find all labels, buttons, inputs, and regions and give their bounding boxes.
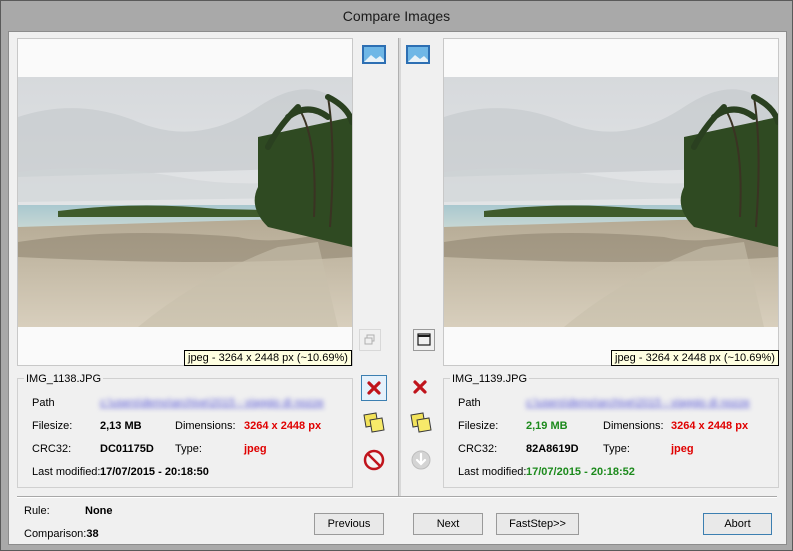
left-filesize-label: Filesize:	[32, 420, 73, 432]
comparison-label: Comparison:38	[24, 528, 99, 540]
left-path-link[interactable]: c:\users\demo\archive\2015 - viaggio di …	[100, 397, 324, 409]
center-divider	[398, 38, 401, 498]
left-crc-value: DC01175D	[100, 443, 154, 455]
left-open-image-button[interactable]	[361, 42, 387, 68]
down-arrow-icon	[411, 450, 431, 470]
left-exclude-button[interactable]	[361, 447, 387, 473]
footer-separator	[17, 496, 777, 498]
maximize-window-icon	[417, 333, 431, 346]
left-beach-photo	[18, 77, 352, 327]
right-beach-photo	[444, 77, 778, 327]
left-restore-view-button[interactable]	[359, 329, 381, 351]
right-type-label: Type:	[603, 443, 630, 455]
right-filesize-label: Filesize:	[458, 420, 499, 432]
right-modified-label: Last modified:	[458, 466, 527, 478]
right-modified-value: 17/07/2015 - 20:18:52	[526, 466, 635, 478]
right-dimensions-value: 3264 x 2448 px	[671, 420, 749, 432]
right-open-image-button[interactable]	[405, 42, 431, 68]
rule-label: Rule:	[24, 505, 50, 517]
right-crc-label: CRC32:	[458, 443, 498, 455]
right-file-info-group: IMG_1139.JPG Path c:\users\demo\archive\…	[443, 373, 779, 488]
compare-images-window: Compare Images jpeg - 3264 x 2448 px (~1…	[0, 0, 793, 551]
left-delete-button[interactable]	[361, 375, 387, 401]
left-type-value: jpeg	[244, 443, 267, 455]
left-crc-label: CRC32:	[32, 443, 72, 455]
window-client-area: jpeg - 3264 x 2448 px (~10.69%) jpeg - 3…	[8, 31, 787, 545]
right-type-value: jpeg	[671, 443, 694, 455]
right-image-info-tooltip: jpeg - 3264 x 2448 px (~10.69%)	[611, 350, 779, 366]
right-move-down-button[interactable]	[408, 447, 434, 473]
previous-button[interactable]: Previous	[314, 513, 384, 535]
left-dimensions-label: Dimensions:	[175, 420, 236, 432]
comparison-value: 38	[86, 528, 99, 540]
left-filename: IMG_1138.JPG	[24, 373, 103, 385]
left-file-info-group: IMG_1138.JPG Path c:\users\demo\archive\…	[17, 373, 353, 488]
next-button[interactable]: Next	[413, 513, 483, 535]
left-dimensions-value: 3264 x 2448 px	[244, 420, 322, 432]
no-entry-icon	[363, 449, 385, 471]
restore-window-icon	[364, 334, 375, 345]
left-type-label: Type:	[175, 443, 202, 455]
abort-button[interactable]: Abort	[703, 513, 772, 535]
comparison-label-text: Comparison:	[24, 528, 87, 540]
right-image-pane[interactable]	[443, 38, 779, 366]
left-move-button[interactable]	[361, 410, 387, 436]
picture-icon	[362, 45, 386, 64]
right-dimensions-label: Dimensions:	[603, 420, 664, 432]
right-move-button[interactable]	[408, 410, 434, 436]
picture-icon	[406, 45, 430, 64]
right-path-link[interactable]: c:\users\demo\archive\2015 - viaggio di …	[526, 397, 750, 409]
left-image-pane[interactable]	[17, 38, 353, 366]
right-filesize-value: 2,19 MB	[526, 420, 568, 432]
left-filesize-value: 2,13 MB	[100, 420, 142, 432]
left-image-info-tooltip: jpeg - 3264 x 2448 px (~10.69%)	[184, 350, 352, 366]
delete-x-icon	[367, 381, 381, 395]
faststep-button[interactable]: FastStep>>	[496, 513, 579, 535]
left-path-label: Path	[32, 397, 55, 409]
delete-x-icon	[413, 380, 427, 394]
move-copy-icon	[363, 412, 385, 433]
right-crc-value: 82A8619D	[526, 443, 579, 455]
move-copy-icon	[410, 412, 432, 433]
left-modified-label: Last modified:	[32, 466, 101, 478]
right-path-label: Path	[458, 397, 481, 409]
window-title: Compare Images	[1, 1, 792, 31]
rule-value: None	[85, 505, 113, 517]
left-modified-value: 17/07/2015 - 20:18:50	[100, 466, 209, 478]
right-maximize-view-button[interactable]	[413, 329, 435, 351]
right-delete-button[interactable]	[408, 375, 434, 401]
right-filename: IMG_1139.JPG	[450, 373, 529, 385]
